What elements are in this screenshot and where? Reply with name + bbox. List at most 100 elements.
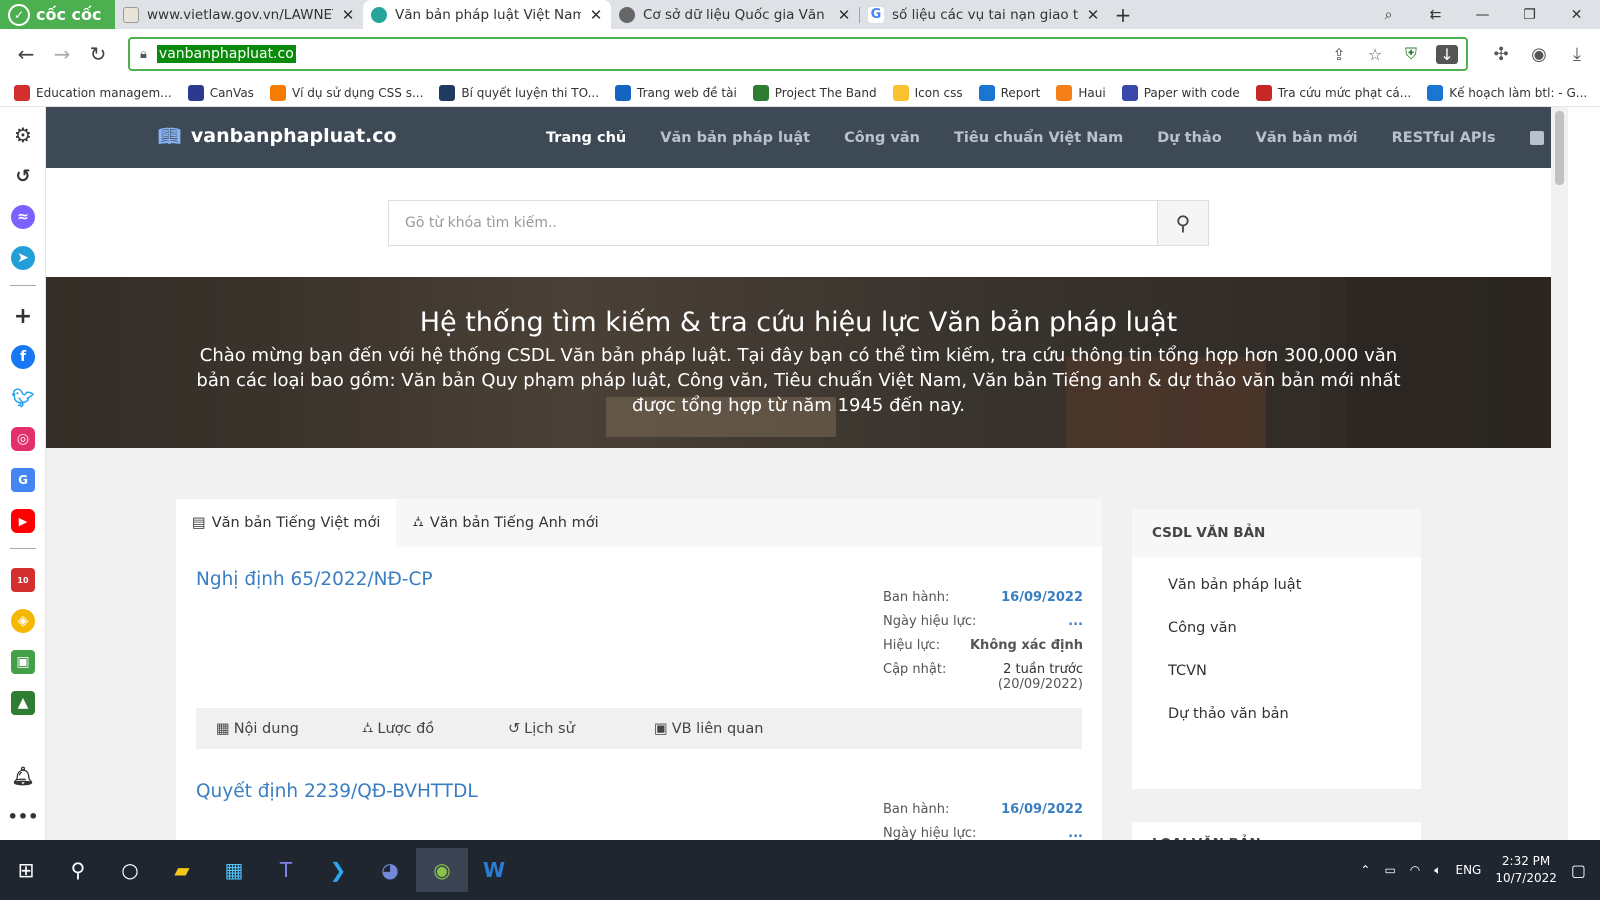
extensions-puzzle-icon[interactable]: ✣ [1488, 44, 1514, 65]
store-icon[interactable]: ▦ [208, 848, 260, 892]
close-tab-icon[interactable]: ✕ [837, 6, 851, 24]
extension-shield-icon[interactable]: ⛨ [1400, 44, 1422, 64]
add-app-icon[interactable]: + [11, 304, 35, 329]
telegram-icon[interactable]: ➤ [11, 246, 35, 270]
vscode-icon[interactable]: ❯ [312, 848, 364, 892]
shopping-bag-icon[interactable]: 10 [11, 568, 35, 592]
bookmark-item[interactable]: Education managem... [14, 84, 172, 101]
search-icon[interactable]: ⚲ [52, 848, 104, 892]
clock[interactable]: 2:32 PM 10/7/2022 [1495, 853, 1557, 887]
back-button[interactable]: ← [8, 36, 44, 72]
new-tab-button[interactable]: + [1108, 0, 1138, 29]
notifications-icon[interactable]: ▢ [1571, 861, 1586, 880]
bookmark-item[interactable]: Ví dụ sử dụng CSS s... [269, 84, 423, 101]
document-title-link[interactable]: Quyết định 2239/QĐ-BVHTTDL [196, 781, 478, 802]
search-button[interactable]: ⚲ [1157, 200, 1209, 246]
search-input[interactable]: Gõ từ khóa tìm kiếm.. [388, 200, 1158, 246]
wifi-icon[interactable]: ◠ [1410, 863, 1420, 877]
messenger-icon[interactable]: ≈ [11, 205, 35, 229]
menu-item-van-ban-moi[interactable]: Văn bản mới [1256, 130, 1358, 146]
menu-item-tcvn[interactable]: Tiêu chuẩn Việt Nam [954, 130, 1123, 146]
page-scrollbar[interactable] [1551, 107, 1568, 860]
bookmark-item[interactable]: Haui [1056, 84, 1106, 101]
bookmark-item[interactable]: Icon css [892, 84, 963, 101]
document-title-link[interactable]: Nghị định 65/2022/NĐ-CP [196, 569, 433, 590]
diagram-button[interactable]: ⛼ Lược đồ [362, 720, 508, 738]
menu-item-du-thao[interactable]: Dự thảo [1157, 130, 1221, 146]
minimize-button[interactable]: — [1459, 0, 1506, 29]
settings-gear-icon[interactable]: ⚙ [11, 123, 35, 147]
reload-button[interactable]: ↻ [80, 36, 116, 72]
more-dots-icon[interactable]: ••• [8, 804, 39, 828]
action-label: Nội dung [233, 720, 299, 737]
word-icon[interactable]: W [468, 848, 520, 892]
share-icon[interactable]: ⇪ [1328, 45, 1350, 64]
discord-icon[interactable]: ◕ [364, 848, 416, 892]
profile-avatar-icon[interactable]: ◉ [1526, 44, 1552, 65]
tab-english-docs[interactable]: ⛼ Văn bản Tiếng Anh mới [396, 499, 614, 547]
language-indicator[interactable]: ENG [1455, 863, 1481, 877]
tab-csdl-quocgia[interactable]: Cơ sở dữ liệu Quốc gia Văn b ✕ [611, 0, 859, 29]
close-tab-icon[interactable]: ✕ [341, 6, 355, 24]
bookmark-item[interactable]: Bí quyết luyện thi TO... [439, 84, 599, 101]
youtube-icon[interactable]: ▶ [11, 509, 35, 533]
teams-icon[interactable]: T [260, 848, 312, 892]
restore-button[interactable]: ❐ [1506, 0, 1553, 29]
tab-google-search[interactable]: G số liệu các vụ tai nạn giao th ✕ [860, 0, 1108, 29]
shield-badge-icon[interactable]: ◈ [11, 609, 35, 633]
file-explorer-icon[interactable]: ▰ [156, 848, 208, 892]
bookmark-star-icon[interactable]: ☆ [1364, 45, 1386, 64]
windows-start-icon[interactable]: ⊞ [0, 848, 52, 892]
url-text[interactable]: vanbanphapluat.co [156, 45, 296, 63]
site-logo[interactable]: 📖︎ vanbanphapluat.co [158, 125, 397, 147]
back-history-icon[interactable]: ⇇ [1412, 0, 1459, 29]
google-translate-icon[interactable]: G [11, 468, 35, 492]
cortana-icon[interactable]: ○ [104, 848, 156, 892]
close-tab-icon[interactable]: ✕ [589, 6, 603, 24]
related-docs-button[interactable]: ▣ VB liên quan [654, 721, 800, 737]
tab-vietlaw[interactable]: www.vietlaw.gov.vn/LAWNET ✕ [115, 0, 363, 29]
bookmark-item[interactable]: Trang web đề tài [615, 84, 737, 101]
twitter-icon[interactable]: 🐦︎ [11, 386, 35, 410]
history-icon[interactable]: ↺ [11, 164, 35, 188]
tab-vietnamese-docs[interactable]: ▤ Văn bản Tiếng Việt mới [176, 499, 397, 547]
notification-bell-icon[interactable]: 🔔︎ [11, 764, 35, 788]
widget-link-cong-van[interactable]: Công văn [1168, 620, 1421, 663]
bookmark-item[interactable]: Project The Band [752, 84, 877, 101]
menu-item-restful-apis[interactable]: RESTful APIs [1392, 130, 1496, 146]
facebook-icon[interactable]: f [11, 345, 35, 369]
coccoc-taskbar-icon[interactable]: ◉ [416, 848, 468, 892]
bookmark-item[interactable]: Paper with code [1121, 84, 1240, 101]
browser-tab-strip: ✓ cốc cốc www.vietlaw.gov.vn/LAWNET ✕ Vă… [0, 0, 1600, 29]
widget-title: CSDL VĂN BẢN [1132, 509, 1421, 557]
bookmark-item[interactable]: CanVas [187, 84, 254, 101]
gift-icon[interactable]: ▣ [11, 650, 35, 674]
forward-button[interactable]: → [44, 36, 80, 72]
chevron-up-icon[interactable]: ⌃ [1360, 863, 1370, 877]
widget-link-du-thao[interactable]: Dự thảo văn bản [1168, 706, 1421, 749]
menu-item-cong-van[interactable]: Công văn [844, 130, 920, 146]
bookmark-item[interactable]: Tra cứu mức phạt cá... [1255, 84, 1411, 101]
instagram-icon[interactable]: ◎ [11, 427, 35, 451]
battery-icon[interactable]: ▭ [1384, 863, 1395, 877]
bookmark-item[interactable]: Report [978, 84, 1040, 101]
close-tab-icon[interactable]: ✕ [1086, 6, 1100, 24]
downloads-icon[interactable]: ⤓ [1564, 44, 1590, 65]
history-button[interactable]: ↺ Lịch sử [508, 721, 654, 737]
widget-link-tcvn[interactable]: TCVN [1168, 663, 1421, 706]
menu-item-home[interactable]: Trang chủ [546, 130, 626, 146]
scrollbar-thumb[interactable] [1555, 111, 1564, 185]
tab-vanbanphapluat[interactable]: Văn bản pháp luật Việt Nam ✕ [363, 0, 611, 29]
graduation-cap-icon[interactable]: ▲ [11, 691, 35, 715]
download-arrow-icon[interactable]: ↓ [1436, 44, 1458, 64]
content-button[interactable]: ▦ Nội dung [216, 721, 362, 737]
coccoc-menu-button[interactable]: ✓ cốc cốc [0, 0, 115, 29]
widget-link-van-ban-phap-luat[interactable]: Văn bản pháp luật [1168, 577, 1421, 620]
rss-icon[interactable] [1529, 130, 1544, 145]
volume-icon[interactable]: 🔈︎ [1434, 863, 1441, 878]
tab-search-icon[interactable]: ⌕ [1365, 0, 1412, 29]
bookmark-item[interactable]: Kế hoạch làm btl: - G... [1427, 84, 1587, 101]
close-window-button[interactable]: ✕ [1553, 0, 1600, 29]
address-bar[interactable]: 🔒︎ vanbanphapluat.co ⇪ ☆ ⛨ ↓ [128, 37, 1468, 71]
menu-item-van-ban-phap-luat[interactable]: Văn bản pháp luật [660, 130, 810, 146]
